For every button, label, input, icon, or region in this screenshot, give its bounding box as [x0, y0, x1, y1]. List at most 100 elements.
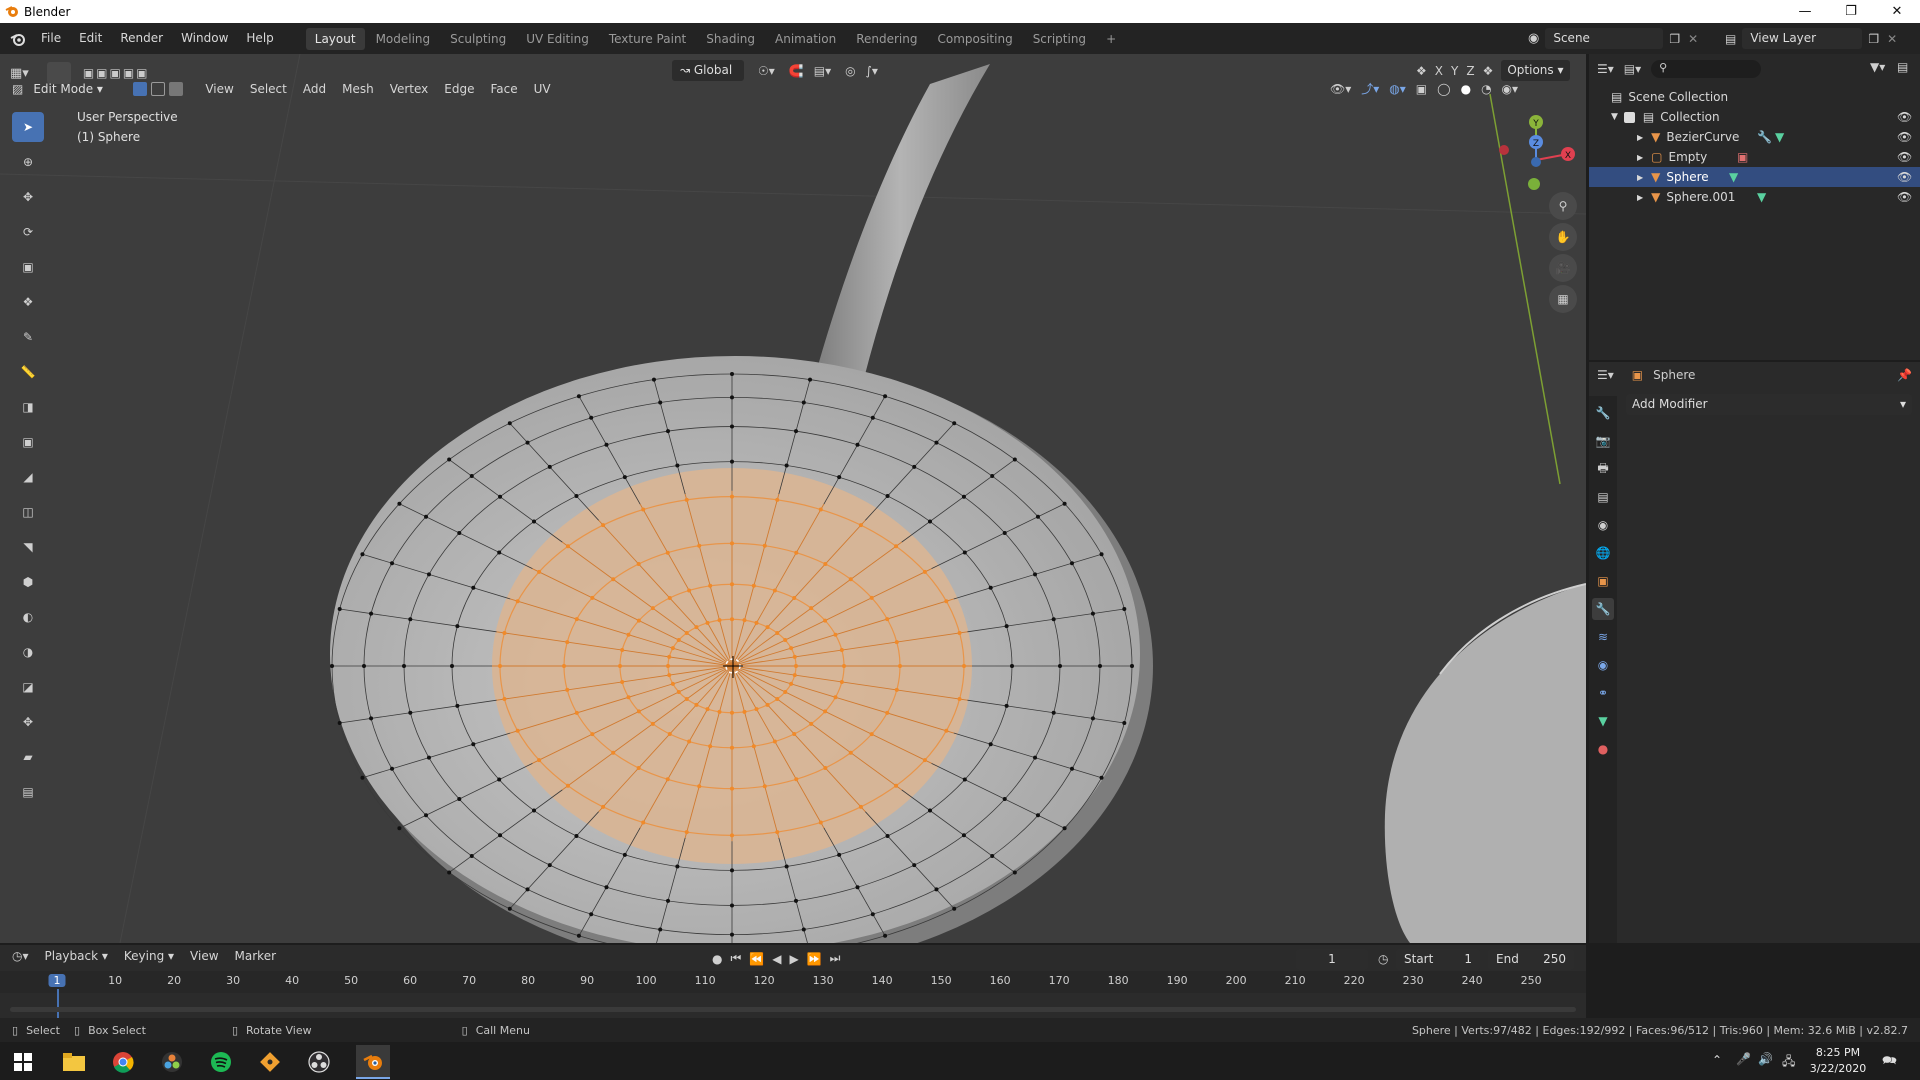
viewport-scene[interactable]: [0, 54, 1586, 943]
file-explorer-button[interactable]: [61, 1049, 87, 1075]
overlay-icon[interactable]: ◍▾: [1389, 82, 1406, 96]
menu-file[interactable]: File: [32, 23, 70, 54]
tab-material[interactable]: ●: [1592, 738, 1614, 760]
tab-view-layer[interactable]: ▤: [1592, 486, 1614, 508]
pan-button[interactable]: ✋: [1549, 223, 1577, 251]
remove-view-layer-icon[interactable]: ✕: [1887, 32, 1897, 46]
outliner-row-sphere-001[interactable]: ▶ ▼ Sphere.001 ▼ 👁: [1589, 187, 1920, 207]
scale-tool[interactable]: ▣: [12, 252, 44, 282]
auto-merge-icon[interactable]: ❖: [1483, 64, 1494, 78]
timeline-editor-icon[interactable]: ◷▾: [12, 949, 29, 963]
move-tool[interactable]: ✥: [12, 182, 44, 212]
viewport-menu-vertex[interactable]: Vertex: [382, 82, 437, 96]
workspace-tab-shading[interactable]: Shading: [697, 28, 764, 50]
bezier-curve-tube[interactable]: [810, 64, 990, 394]
tab-world[interactable]: 🌐: [1592, 542, 1614, 564]
tray-expand-icon[interactable]: ⌃: [1712, 1053, 1722, 1067]
viewport-menu-view[interactable]: View: [197, 82, 241, 96]
loop-cut-tool[interactable]: ◫: [12, 497, 44, 527]
workspace-tab-scripting[interactable]: Scripting: [1024, 28, 1095, 50]
smooth-tool[interactable]: ◑: [12, 637, 44, 667]
playhead[interactable]: [57, 989, 59, 1019]
face-select-icon[interactable]: [169, 82, 184, 96]
outliner-editor-icon[interactable]: ☰▾: [1597, 62, 1614, 76]
proportional-falloff-icon[interactable]: ∫▾: [866, 64, 878, 78]
transform-tool[interactable]: ❖: [12, 287, 44, 317]
network-icon[interactable]: 🖧: [1782, 1052, 1795, 1073]
tab-scene[interactable]: ◉: [1592, 514, 1614, 536]
display-mode-icon[interactable]: ▤▾: [1624, 62, 1641, 76]
mirror-y-toggle[interactable]: Y: [1451, 64, 1458, 78]
volume-icon[interactable]: 🔊: [1758, 1052, 1773, 1066]
timeline-menu-playback[interactable]: Playback ▾: [37, 949, 116, 963]
timeline-scrollbar[interactable]: [10, 1007, 1576, 1012]
timeline-menu-marker[interactable]: Marker: [227, 949, 284, 963]
snap-target-icon[interactable]: ▤▾: [814, 64, 831, 78]
chrome-button[interactable]: [110, 1049, 136, 1075]
prev-keyframe-icon[interactable]: ⏪: [749, 952, 764, 966]
workspace-tab-uv-editing[interactable]: UV Editing: [517, 28, 598, 50]
viewport-menu-add[interactable]: Add: [295, 82, 334, 96]
menu-render[interactable]: Render: [111, 23, 172, 54]
start-frame-field[interactable]: Start 1: [1396, 949, 1480, 970]
git-button[interactable]: [257, 1049, 283, 1075]
workspace-tab-modeling[interactable]: Modeling: [367, 28, 440, 50]
expand-arrow-icon[interactable]: ▶: [1637, 133, 1643, 142]
timeline-menu-keying[interactable]: Keying ▾: [116, 949, 182, 963]
end-frame-field[interactable]: End 250: [1488, 949, 1574, 970]
remove-scene-icon[interactable]: ✕: [1688, 32, 1698, 46]
sphere-001-mesh[interactable]: [1384, 584, 1586, 943]
shrink-fatten-tool[interactable]: ✥: [12, 707, 44, 737]
expand-arrow-icon[interactable]: ▼: [1611, 112, 1618, 122]
eye-icon[interactable]: 👁: [1897, 130, 1912, 144]
navigation-gizmo[interactable]: Y X Z: [1490, 110, 1580, 200]
mode-dropdown[interactable]: Edit Mode ▾: [27, 79, 127, 100]
workspace-tab-compositing[interactable]: Compositing: [928, 28, 1021, 50]
xray-icon[interactable]: ▣: [1416, 82, 1427, 96]
outliner-row-beziercurve[interactable]: ▶ ▼ BezierCurve 🔧 ▼ 👁: [1589, 127, 1920, 147]
new-collection-icon[interactable]: ▤: [1897, 60, 1908, 74]
play-reverse-icon[interactable]: ◀: [772, 952, 781, 966]
pin-icon[interactable]: 📌: [1897, 368, 1912, 382]
minimize-button[interactable]: —: [1782, 0, 1828, 23]
filter-icon[interactable]: ▼▾: [1870, 60, 1885, 74]
outliner-row-sphere[interactable]: ▶ ▼ Sphere ▼ 👁: [1589, 167, 1920, 187]
3d-viewport[interactable]: [0, 54, 1586, 943]
menu-help[interactable]: Help: [237, 23, 282, 54]
menu-edit[interactable]: Edit: [70, 23, 111, 54]
taskbar-clock[interactable]: 8:25 PM 3/22/2020: [1808, 1045, 1868, 1077]
tab-particles[interactable]: ≋: [1592, 626, 1614, 648]
microphone-icon[interactable]: 🎤: [1736, 1052, 1751, 1066]
jump-start-icon[interactable]: ⏮: [730, 951, 741, 966]
tab-object[interactable]: ▣: [1592, 570, 1614, 592]
select-box-tool[interactable]: ➤: [12, 112, 44, 142]
wireframe-shading-icon[interactable]: ◯: [1437, 82, 1450, 96]
rotate-tool[interactable]: ⟳: [12, 217, 44, 247]
spotify-button[interactable]: [208, 1049, 234, 1075]
play-icon[interactable]: ▶: [789, 952, 798, 966]
viewport-menu-edge[interactable]: Edge: [436, 82, 482, 96]
camera-view-button[interactable]: 🎥: [1549, 254, 1577, 282]
knife-tool[interactable]: ◥: [12, 532, 44, 562]
visibility-icon[interactable]: 👁▾: [1330, 82, 1351, 96]
bevel-tool[interactable]: ◢: [12, 462, 44, 492]
windows-start-button[interactable]: [10, 1049, 36, 1075]
mirror-z-toggle[interactable]: Z: [1466, 64, 1474, 78]
restore-button[interactable]: ❐: [1828, 0, 1874, 23]
workspace-tab-texture-paint[interactable]: Texture Paint: [600, 28, 695, 50]
viewport-menu-uv[interactable]: UV: [526, 82, 559, 96]
edge-select-icon[interactable]: [151, 82, 166, 96]
jump-end-icon[interactable]: ⏭: [830, 951, 841, 966]
annotate-tool[interactable]: ✎: [12, 322, 44, 352]
properties-editor-icon[interactable]: ☰▾: [1597, 368, 1614, 382]
add-modifier-dropdown[interactable]: Add Modifier ▾: [1626, 394, 1912, 415]
next-keyframe-icon[interactable]: ⏩: [807, 952, 822, 966]
notifications-icon[interactable]: 🗪: [1882, 1051, 1897, 1072]
cursor-tool[interactable]: ⊕: [12, 147, 44, 177]
current-frame-field[interactable]: 1: [1296, 949, 1368, 970]
outliner-row-scene-collection[interactable]: ▤ Scene Collection: [1589, 87, 1920, 107]
eye-icon[interactable]: 👁: [1897, 150, 1912, 164]
tab-data[interactable]: ▼: [1592, 710, 1614, 732]
new-scene-icon[interactable]: ❐: [1669, 32, 1680, 46]
measure-tool[interactable]: 📏: [12, 357, 44, 387]
